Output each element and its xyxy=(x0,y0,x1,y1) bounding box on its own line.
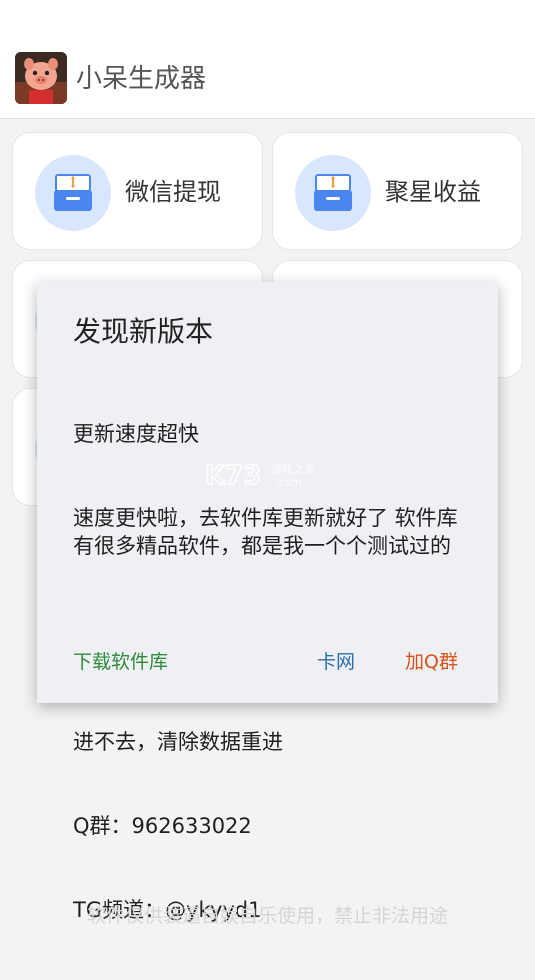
dialog-title: 发现新版本 xyxy=(73,315,214,348)
watermark-logo: K73 游戏之家 .com xyxy=(204,460,333,492)
svg-text:.com: .com xyxy=(275,476,302,489)
card-label: 聚星收益 xyxy=(385,178,481,206)
archive-box-icon xyxy=(54,174,92,211)
app-title: 小呆生成器 xyxy=(76,64,207,94)
dialog-line: Q群：962633022 xyxy=(73,814,252,838)
card-juxing-income[interactable]: 聚星收益 xyxy=(272,132,523,250)
download-button[interactable]: 下载软件库 xyxy=(73,648,168,676)
card-icon-circle xyxy=(35,155,111,231)
update-dialog: 发现新版本 更新速度超快 速度更快啦，去软件库更新就好了 软件库有很多精品软件，… xyxy=(37,282,498,922)
footer-disclaimer: 软件仅供装逼自娱自乐使用，禁止非法用途 xyxy=(86,905,448,927)
svg-text:K73: K73 xyxy=(205,461,261,490)
dialog-line: 进不去，清除数据重进 xyxy=(73,730,283,754)
card-label: 微信提现 xyxy=(125,178,221,206)
join-group-button[interactable]: 加Q群 xyxy=(405,648,458,676)
dialog-line: 速度更快啦，去软件库更新就好了 软件库有很多精品软件，都是我一个个测试过的 xyxy=(73,506,458,558)
app-header: 小呆生成器 xyxy=(0,0,535,119)
app-logo-icon xyxy=(15,52,67,104)
kawang-button[interactable]: 卡网 xyxy=(317,648,355,676)
dialog-line: 更新速度超快 xyxy=(73,422,199,446)
card-wechat-withdraw[interactable]: 微信提现 xyxy=(12,132,263,250)
archive-box-icon xyxy=(314,174,352,211)
svg-text:游戏之家: 游戏之家 xyxy=(271,462,315,476)
card-icon-circle xyxy=(295,155,371,231)
